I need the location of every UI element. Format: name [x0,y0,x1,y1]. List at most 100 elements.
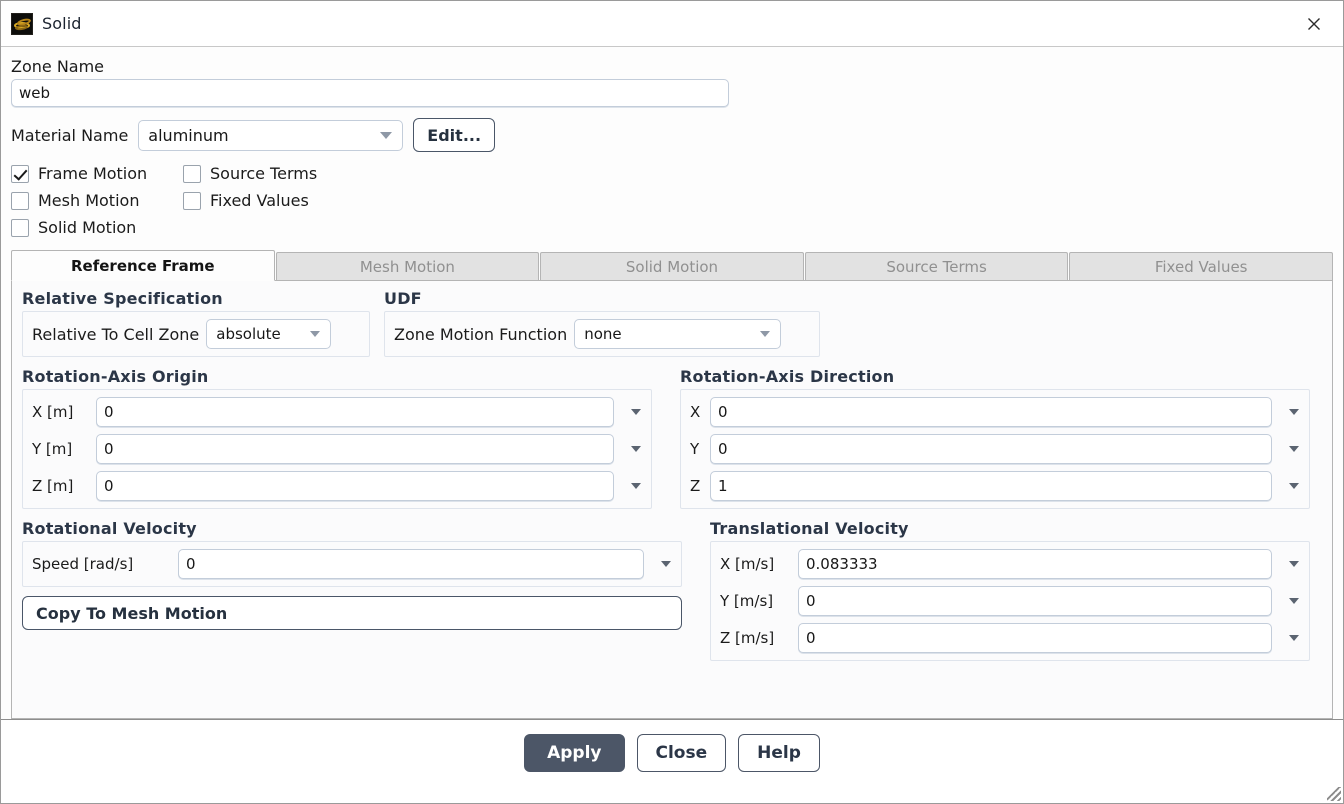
window-title: Solid [42,14,82,33]
origin-y-label: Y [m] [32,440,73,458]
origin-y-dropdown-icon[interactable] [620,446,642,452]
direction-y-dropdown-icon[interactable] [1278,446,1300,452]
footer-button-group: Apply Close Help [524,734,820,772]
trans-z-label: Z [m/s] [720,629,775,647]
spec-udf-row: Relative Specification Relative To Cell … [22,289,1322,357]
material-name-dropdown[interactable]: aluminum [138,119,404,151]
direction-y-row: Y 0 [690,434,1300,464]
direction-y-input[interactable]: 0 [710,434,1272,464]
checkbox-source-terms-label: Source Terms [210,164,318,183]
material-name-group: Material Name aluminum Edit... [11,118,1333,152]
checkbox-solid-motion[interactable]: Solid Motion [11,218,183,237]
title-bar: Solid [1,1,1343,47]
checkbox-mesh-motion-label: Mesh Motion [38,191,140,210]
trans-x-input[interactable]: 0.083333 [798,549,1272,579]
trans-z-dropdown-icon[interactable] [1278,635,1300,641]
tab-solid-motion[interactable]: Solid Motion [540,252,804,281]
rotational-velocity-title: Rotational Velocity [22,519,197,538]
relative-to-cell-zone-dropdown[interactable]: absolute [206,319,332,349]
direction-z-row: Z 1 [690,471,1300,501]
speed-input[interactable]: 0 [178,549,644,579]
chevron-down-icon [310,331,321,337]
zone-name-group: Zone Name web [11,57,1333,107]
checkbox-source-terms-box[interactable] [183,164,201,183]
udf-title: UDF [384,289,422,308]
zone-motion-function-label: Zone Motion Function [394,324,568,344]
trans-y-dropdown-icon[interactable] [1278,598,1300,604]
trans-y-label: Y [m/s] [720,592,774,610]
relative-to-cell-zone-label: Relative To Cell Zone [32,324,200,344]
edit-material-button[interactable]: Edit... [413,118,496,152]
rotation-axis-origin-group: Rotation-Axis Origin X [m] 0 Y [m] 0 Z [… [22,367,652,509]
direction-x-label: X [690,403,701,421]
close-button[interactable]: Close [636,734,727,772]
origin-z-row: Z [m] 0 [32,471,642,501]
translational-velocity-group: Translational Velocity X [m/s] 0.083333 … [710,519,1310,661]
trans-x-label: X [m/s] [720,555,775,573]
dialog-body: Zone Name web Material Name aluminum Edi… [1,47,1343,719]
tab-fixed-values[interactable]: Fixed Values [1069,252,1333,281]
trans-y-row: Y [m/s] 0 [720,586,1300,616]
chevron-down-icon [760,331,771,337]
zone-motion-function-dropdown[interactable]: none [574,319,782,349]
apply-button[interactable]: Apply [524,734,625,772]
rotation-axis-direction-group: Rotation-Axis Direction X 0 Y 0 Z 1 [680,367,1310,509]
checkbox-frame-motion-label: Frame Motion [38,164,148,183]
checkbox-fixed-values-label: Fixed Values [210,191,309,210]
speed-dropdown-icon[interactable] [650,561,672,567]
relative-specification-title: Relative Specification [22,289,223,308]
trans-z-row: Z [m/s] 0 [720,623,1300,653]
speed-row: Speed [rad/s] 0 [32,549,672,579]
origin-x-dropdown-icon[interactable] [620,409,642,415]
help-button[interactable]: Help [738,734,820,772]
speed-label: Speed [rad/s] [32,555,134,573]
trans-y-input[interactable]: 0 [798,586,1272,616]
origin-z-dropdown-icon[interactable] [620,483,642,489]
origin-x-label: X [m] [32,403,74,421]
checkbox-fixed-values[interactable]: Fixed Values [183,191,391,210]
checkbox-mesh-motion-box[interactable] [11,191,29,210]
solid-zone-dialog: Solid Zone Name web Material Name alumin… [0,0,1344,804]
relative-specification-group: Relative Specification Relative To Cell … [22,289,370,357]
origin-z-input[interactable]: 0 [96,471,614,501]
material-name-label: Material Name [11,125,129,145]
zone-motion-function-value: none [584,325,622,343]
trans-x-row: X [m/s] 0.083333 [720,549,1300,579]
direction-z-dropdown-icon[interactable] [1278,483,1300,489]
dialog-footer: Apply Close Help [1,719,1343,803]
velocity-row: Rotational Velocity Speed [rad/s] 0 Copy… [22,519,1322,661]
chevron-down-icon [380,131,393,139]
tab-mesh-motion[interactable]: Mesh Motion [275,252,540,281]
material-name-value: aluminum [148,125,229,145]
checkbox-mesh-motion[interactable]: Mesh Motion [11,191,183,210]
zone-name-input[interactable]: web [11,79,729,107]
origin-x-input[interactable]: 0 [96,397,614,427]
direction-x-dropdown-icon[interactable] [1278,409,1300,415]
direction-z-input[interactable]: 1 [710,471,1272,501]
tab-reference-frame[interactable]: Reference Frame [11,250,275,281]
direction-y-label: Y [690,440,700,458]
direction-z-label: Z [690,477,701,495]
close-icon[interactable] [1285,1,1343,46]
udf-group: UDF Zone Motion Function none [384,289,820,357]
checkbox-solid-motion-label: Solid Motion [38,218,137,237]
checkbox-source-terms[interactable]: Source Terms [183,164,391,183]
resize-grip[interactable] [1327,787,1341,801]
trans-z-input[interactable]: 0 [798,623,1272,653]
relative-to-cell-zone-value: absolute [216,325,281,343]
checkbox-solid-motion-box[interactable] [11,218,29,237]
translational-velocity-title: Translational Velocity [710,519,909,538]
tab-source-terms[interactable]: Source Terms [804,252,1069,281]
rotation-axis-origin-title: Rotation-Axis Origin [22,367,209,386]
reference-frame-panel: Relative Specification Relative To Cell … [11,280,1333,719]
origin-y-input[interactable]: 0 [96,434,614,464]
solid-zone-icon [11,12,33,35]
checkbox-fixed-values-box[interactable] [183,191,201,210]
origin-x-row: X [m] 0 [32,397,642,427]
checkbox-frame-motion[interactable]: Frame Motion [11,164,183,183]
copy-to-mesh-motion-button[interactable]: Copy To Mesh Motion [22,596,682,630]
rotation-axis-direction-title: Rotation-Axis Direction [680,367,895,386]
direction-x-input[interactable]: 0 [710,397,1272,427]
checkbox-frame-motion-box[interactable] [11,164,29,183]
trans-x-dropdown-icon[interactable] [1278,561,1300,567]
